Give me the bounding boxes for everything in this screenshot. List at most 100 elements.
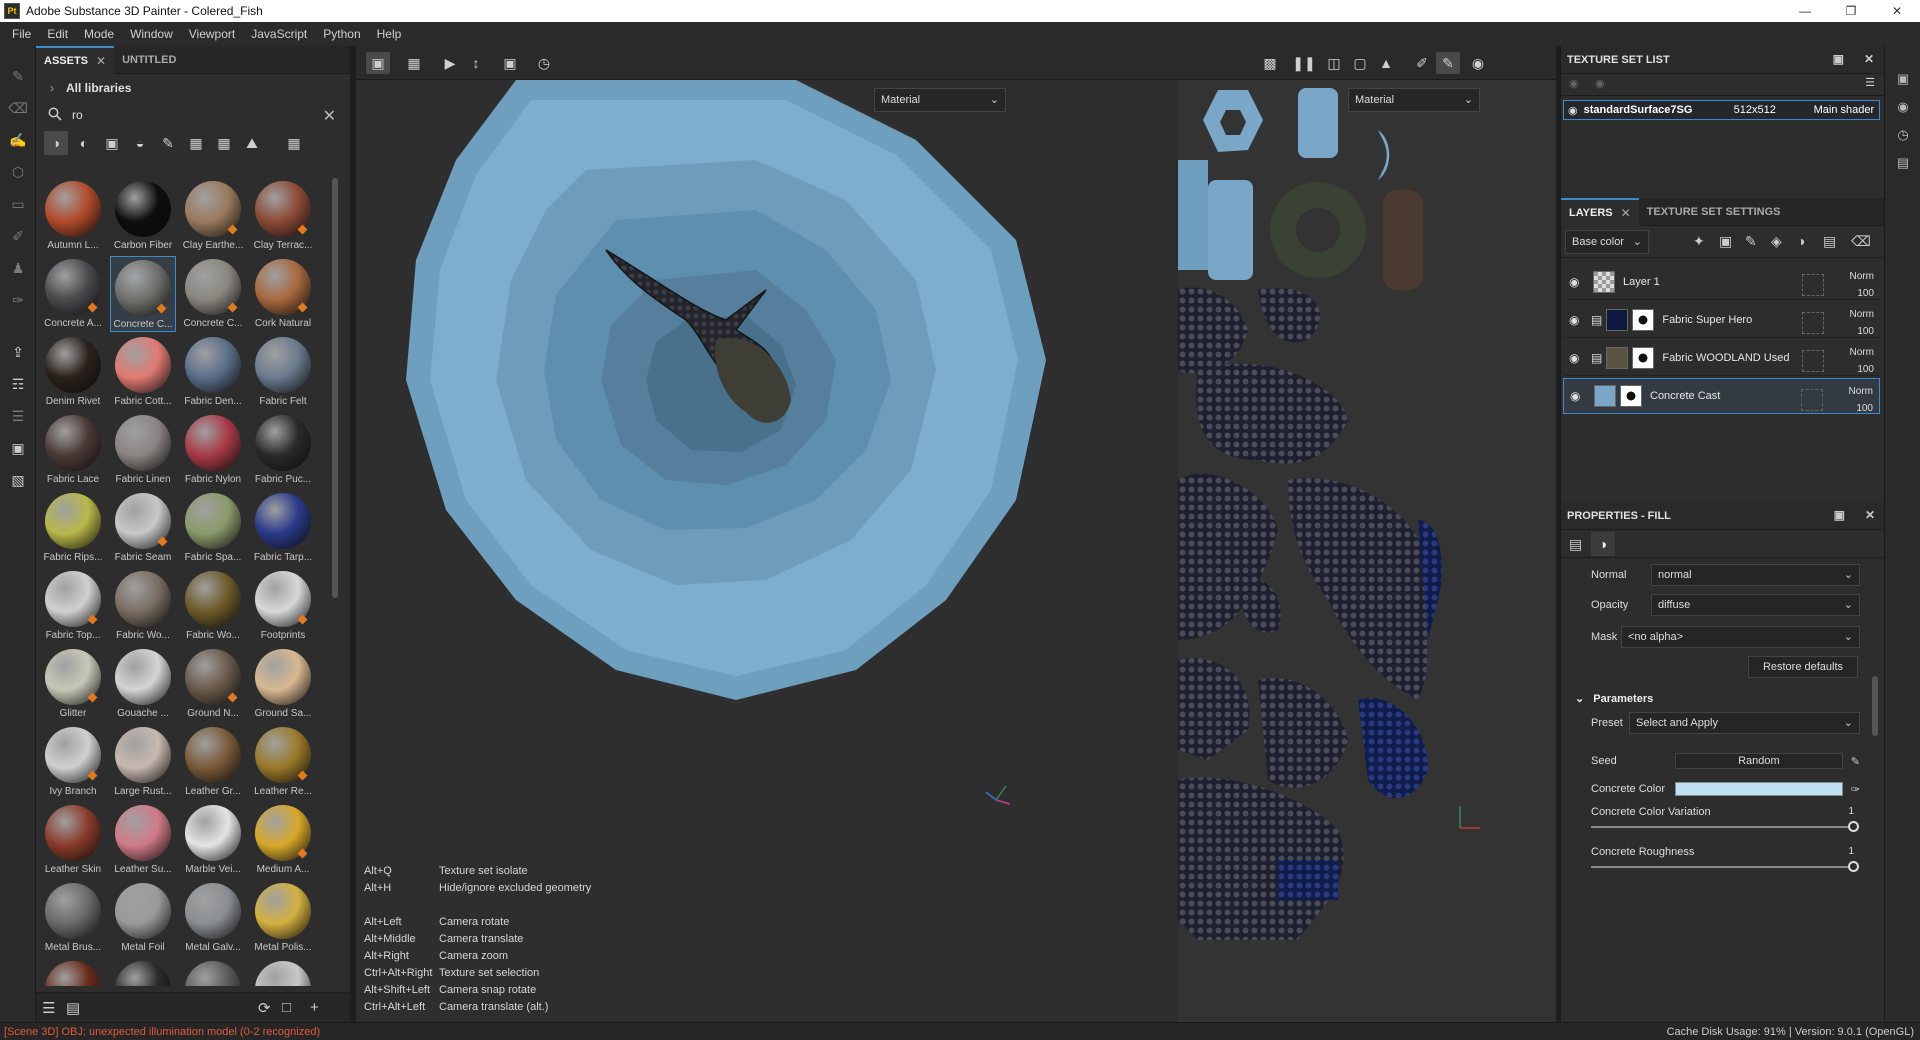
menu-viewport[interactable]: Viewport <box>181 27 243 41</box>
blend-mode[interactable]: Norm <box>1849 383 1873 400</box>
asset-item[interactable]: Leather Gr... <box>180 724 246 800</box>
viewport-3d[interactable]: Material ⌄ Alt+Q Texture set isolate Alt+H H… <box>356 80 1176 1022</box>
shelf-icon[interactable]: ▧ <box>8 470 28 490</box>
settings-icon[interactable]: ▣ <box>8 438 28 458</box>
environment-filter-icon[interactable]: ⛰ <box>240 131 264 155</box>
fit-icon[interactable]: ▣ <box>498 52 522 74</box>
layer-row[interactable]: ◉ ▤ Fabric Super Hero Norm 100 <box>1563 302 1880 338</box>
mask-thumbnail[interactable] <box>1620 385 1642 407</box>
menu-javascript[interactable]: JavaScript <box>243 27 315 41</box>
asset-item[interactable]: Fabric Wo... <box>180 568 246 644</box>
align-icon[interactable]: ↕ <box>464 52 488 74</box>
export-icon[interactable]: ⇪ <box>8 342 28 362</box>
split-view-icon[interactable]: ◫ <box>1322 52 1346 74</box>
parameters-section[interactable]: ⌄ Parameters <box>1575 692 1653 705</box>
layer-effect-slot[interactable] <box>1802 350 1824 372</box>
layer-opacity[interactable]: 100 <box>1850 361 1874 378</box>
tab-layers[interactable]: LAYERS ✕ <box>1561 198 1639 226</box>
tab-assets[interactable]: ASSETS ✕ <box>36 45 115 74</box>
asset-item[interactable]: Fabric Wo... <box>110 568 176 644</box>
asset-item[interactable]: Clay Terrac... <box>250 178 316 254</box>
geometry-fill-icon[interactable]: ⬡ <box>8 162 28 182</box>
roughness-slider[interactable] <box>1591 861 1859 872</box>
material-properties-icon[interactable]: ◑ <box>1591 532 1615 556</box>
projection-icon[interactable]: ✍ <box>8 130 28 150</box>
asset-item[interactable]: Fabric Puc... <box>250 412 316 488</box>
restore-defaults-button[interactable]: Restore defaults <box>1748 656 1858 678</box>
menu-help[interactable]: Help <box>369 27 410 41</box>
preset-dropdown[interactable]: Select and Apply ⌄ <box>1629 712 1860 734</box>
asset-item[interactable]: Concrete A... <box>40 256 106 332</box>
material-channel-dropdown-2d[interactable]: Material ⌄ <box>1348 88 1480 112</box>
asset-item[interactable] <box>110 958 176 986</box>
brush-settings-icon[interactable]: ✐ <box>1410 52 1434 74</box>
materials-filter-icon[interactable]: ◑ <box>44 131 68 155</box>
eye-icon[interactable]: ◉ <box>1568 104 1578 117</box>
symmetry-icon[interactable]: ▶ <box>438 52 462 74</box>
smudge-icon[interactable]: ▭ <box>8 194 28 214</box>
close-icon[interactable]: ✕ <box>96 54 106 68</box>
asset-item[interactable]: Glitter <box>40 646 106 722</box>
add-effect-icon[interactable]: ✦ <box>1693 233 1705 250</box>
paint-brush-icon[interactable]: ✎ <box>8 66 28 86</box>
asset-item[interactable]: Leather Su... <box>110 802 176 878</box>
asset-item[interactable]: Marble Vei... <box>180 802 246 878</box>
menu-edit[interactable]: Edit <box>39 27 76 41</box>
screenshot-icon[interactable]: ◉ <box>1466 52 1490 74</box>
asset-item[interactable]: Fabric Nylon <box>180 412 246 488</box>
eye-icon[interactable]: ◉ <box>1569 275 1589 289</box>
normal-dropdown[interactable]: normal ⌄ <box>1651 564 1860 586</box>
asset-item[interactable]: Carbon Fiber <box>110 178 176 254</box>
asset-item[interactable]: Fabric Lace <box>40 412 106 488</box>
channel-dropdown[interactable]: Base color ⌄ <box>1565 230 1649 254</box>
asset-item[interactable]: Fabric Linen <box>110 412 176 488</box>
viewport-2d[interactable]: Material ⌄ <box>1178 80 1556 1022</box>
smart-materials-filter-icon[interactable]: ◐ <box>72 131 96 155</box>
close-icon[interactable]: ✕ <box>1621 206 1631 220</box>
asset-item[interactable]: Ground N... <box>180 646 246 722</box>
tab-texture-set-settings[interactable]: TEXTURE SET SETTINGS <box>1639 198 1789 226</box>
menu-mode[interactable]: Mode <box>76 27 122 41</box>
assets-scrollbar[interactable] <box>332 178 338 598</box>
asset-item[interactable]: Metal Galv... <box>180 880 246 956</box>
status-error[interactable]: [Scene 3D] OBJ: unexpected illumination … <box>4 1026 320 1038</box>
camera-icon[interactable]: ▲ <box>1374 52 1398 74</box>
eraser-icon[interactable]: ⌫ <box>8 98 28 118</box>
layer-row[interactable]: ◉ Layer 1 Norm 100 <box>1563 264 1880 300</box>
filters-filter-icon[interactable]: ◒ <box>128 131 152 155</box>
asset-item[interactable]: Autumn L... <box>40 178 106 254</box>
clear-search-icon[interactable]: ✕ <box>323 106 336 126</box>
mask-thumbnail[interactable] <box>1632 346 1655 369</box>
display-icon[interactable]: ☰ <box>8 406 28 426</box>
layer-row[interactable]: ◉ Concrete Cast Norm 100 <box>1563 378 1880 414</box>
eyedropper-icon[interactable]: ✑ <box>1851 783 1860 796</box>
add-smart-material-icon[interactable]: ◑ <box>1797 233 1805 249</box>
asset-item[interactable]: Clay Earthe... <box>180 178 246 254</box>
layer-opacity[interactable]: 100 <box>1850 323 1874 340</box>
asset-item[interactable]: Metal Polis... <box>250 880 316 956</box>
grid-view-icon[interactable]: ▦ <box>282 131 306 155</box>
library-selector[interactable]: › All libraries <box>36 74 350 102</box>
asset-item[interactable]: Footprints <box>250 568 316 644</box>
asset-item[interactable]: Ivy Branch <box>40 724 106 800</box>
asset-item[interactable] <box>250 958 316 986</box>
eye-icon[interactable]: ◉ <box>1569 351 1589 365</box>
pause-icon[interactable]: ❚❚ <box>1292 52 1316 74</box>
undock-icon[interactable]: ▣ <box>1834 508 1845 522</box>
list-view-icon[interactable]: ☰ <box>42 999 55 1017</box>
import-icon[interactable]: □ <box>282 999 291 1016</box>
tab-untitled[interactable]: UNTITLED <box>114 46 184 74</box>
slider-knob[interactable] <box>1848 821 1859 832</box>
asset-item[interactable]: Cork Natural <box>250 256 316 332</box>
asset-item[interactable]: Large Rust... <box>110 724 176 800</box>
close-icon[interactable]: ✕ <box>1864 52 1874 66</box>
blend-mode[interactable]: Norm <box>1850 268 1874 285</box>
log-icon[interactable]: ▤ <box>1894 154 1912 172</box>
color-variation-slider[interactable] <box>1591 821 1859 832</box>
layer-row[interactable]: ◉ ▤ Fabric WOODLAND Used Norm 100 <box>1563 340 1880 376</box>
picker-icon[interactable]: ♟ <box>8 258 28 278</box>
textures-filter-icon[interactable]: ▦ <box>212 131 236 155</box>
undock-icon[interactable]: ▣ <box>1833 52 1844 66</box>
cube-view-icon[interactable]: ▢ <box>1348 52 1372 74</box>
blend-mode[interactable]: Norm <box>1850 344 1874 361</box>
